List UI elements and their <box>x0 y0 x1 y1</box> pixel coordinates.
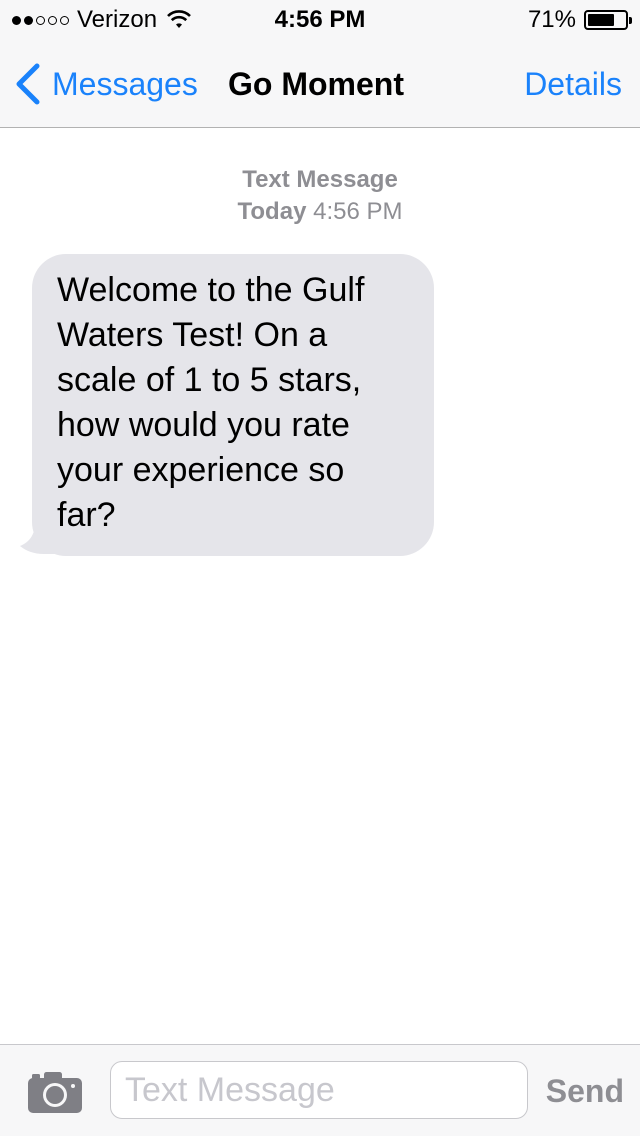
chevron-left-icon <box>16 63 40 105</box>
thread-header: Text Message Today 4:56 PM <box>0 164 640 228</box>
message-service-label: Text Message <box>242 166 398 193</box>
status-bar: Verizon 4:56 PM 71% <box>0 0 640 40</box>
camera-icon <box>28 1072 82 1113</box>
timestamp-day: Today <box>237 198 307 225</box>
incoming-message-bubble[interactable]: Welcome to the Gulf Waters Test! On a sc… <box>32 254 434 556</box>
navigation-bar: Messages Go Moment Details <box>0 40 640 128</box>
message-input-bar: Send <box>0 1044 640 1136</box>
conversation-title: Go Moment <box>228 66 404 102</box>
conversation-view[interactable]: Text Message Today 4:56 PM Welcome to th… <box>0 128 640 1044</box>
battery-icon <box>584 10 632 30</box>
message-timestamp: Today 4:56 PM <box>0 196 640 228</box>
battery-percent: 71% <box>527 6 576 33</box>
send-button[interactable]: Send <box>546 1069 624 1113</box>
camera-button[interactable] <box>28 1071 82 1113</box>
details-button[interactable]: Details <box>524 60 622 108</box>
battery-level-fill <box>588 14 614 26</box>
timestamp-time: 4:56 PM <box>313 198 403 225</box>
message-text-input[interactable] <box>110 1061 528 1119</box>
status-bar-right: 71% <box>527 6 632 33</box>
back-button-label: Messages <box>52 66 198 102</box>
back-to-messages-button[interactable]: Messages <box>14 60 198 108</box>
